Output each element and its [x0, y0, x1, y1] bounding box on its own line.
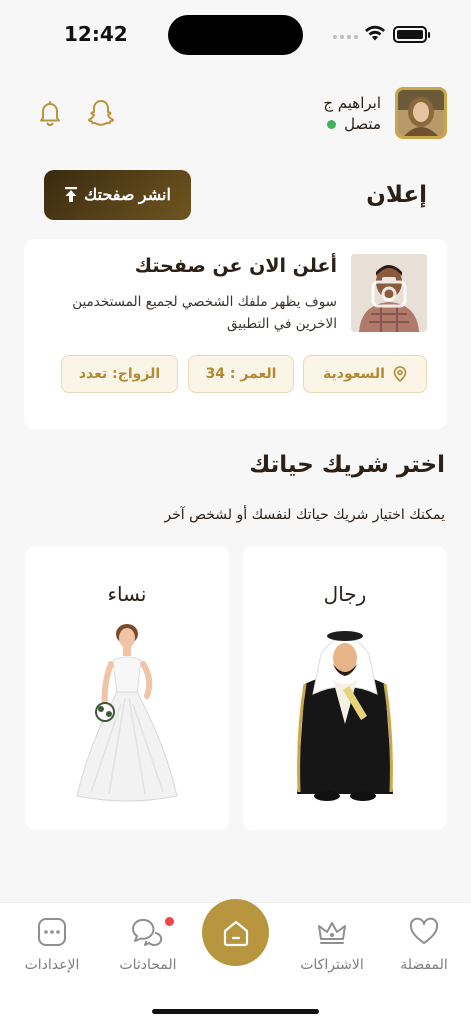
marriage-chip: الزواج: تعدد — [61, 355, 178, 393]
ad-section-title: إعلان — [366, 182, 427, 208]
publish-button-label: انشر صفحتك — [84, 187, 171, 204]
upload-icon — [65, 187, 78, 202]
tab-settings[interactable]: الإعدادات — [12, 915, 92, 973]
tab-settings-label: الإعدادات — [24, 957, 80, 973]
age-value: العمر : 34 — [205, 366, 277, 382]
ad-heading: أعلن الان عن صفحتك — [134, 255, 337, 277]
woman-illustration — [76, 624, 178, 802]
chat-unread-badge — [165, 917, 174, 926]
user-name: ابراهيم ج — [323, 94, 381, 112]
tab-favorites-label: المفضلة — [400, 957, 448, 973]
status-label: متصل — [344, 115, 381, 133]
signal-icon — [333, 35, 358, 39]
wifi-icon — [365, 25, 385, 41]
ad-description: سوف يظهر ملفك الشخصي لجميع المستخدمين ال… — [72, 294, 337, 332]
online-indicator — [327, 119, 337, 129]
bell-icon[interactable] — [35, 98, 65, 128]
tab-subscriptions-label: الاشتراكات — [300, 957, 364, 973]
user-avatar[interactable] — [395, 87, 447, 139]
tab-chats-label: المحادثات — [119, 957, 177, 973]
tab-favorites[interactable]: المفضلة — [384, 915, 464, 973]
status-time: 12:42 — [64, 22, 128, 46]
heart-icon — [409, 917, 439, 944]
home-indicator — [152, 1009, 319, 1014]
chat-icon — [132, 918, 163, 946]
women-card[interactable]: نساء — [25, 546, 229, 830]
tab-home[interactable] — [202, 899, 269, 966]
crown-icon — [318, 922, 346, 944]
men-card[interactable]: رجال — [243, 546, 447, 830]
publish-page-button[interactable]: انشر صفحتك — [44, 170, 191, 220]
men-label: رجال — [323, 582, 367, 606]
women-label: نساء — [107, 582, 147, 606]
country-value: السعودية — [323, 366, 385, 382]
location-pin-icon — [393, 366, 407, 382]
user-status: متصل — [327, 115, 381, 133]
dynamic-island — [168, 15, 303, 55]
status-bar: 12:42 — [0, 0, 471, 70]
partner-section-title: اختر شريك حياتك — [249, 452, 445, 478]
snapchat-icon[interactable] — [86, 98, 116, 128]
tab-chats[interactable]: المحادثات — [108, 915, 188, 973]
partner-section-subtitle: يمكنك اختيار شريك حياتك لنفسك أو لشخص آخ… — [164, 507, 445, 523]
man-illustration — [297, 631, 393, 801]
ad-card[interactable]: أعلن الان عن صفحتك سوف يظهر ملفك الشخصي … — [24, 239, 447, 429]
home-icon — [223, 920, 248, 946]
marriage-value: الزواج: تعدد — [78, 366, 161, 382]
tab-subscriptions[interactable]: الاشتراكات — [292, 915, 372, 973]
ad-photo[interactable] — [351, 254, 427, 332]
ad-section-header: إعلان انشر صفحتك — [0, 170, 471, 222]
country-chip: السعودية — [303, 355, 427, 393]
bottom-tab-bar: المفضلة الاشتراكات المحادثات الإعدادات — [0, 899, 471, 1024]
app-header: ابراهيم ج متصل — [0, 86, 471, 142]
age-chip: العمر : 34 — [188, 355, 294, 393]
settings-icon — [38, 918, 66, 946]
battery-icon — [393, 26, 430, 43]
